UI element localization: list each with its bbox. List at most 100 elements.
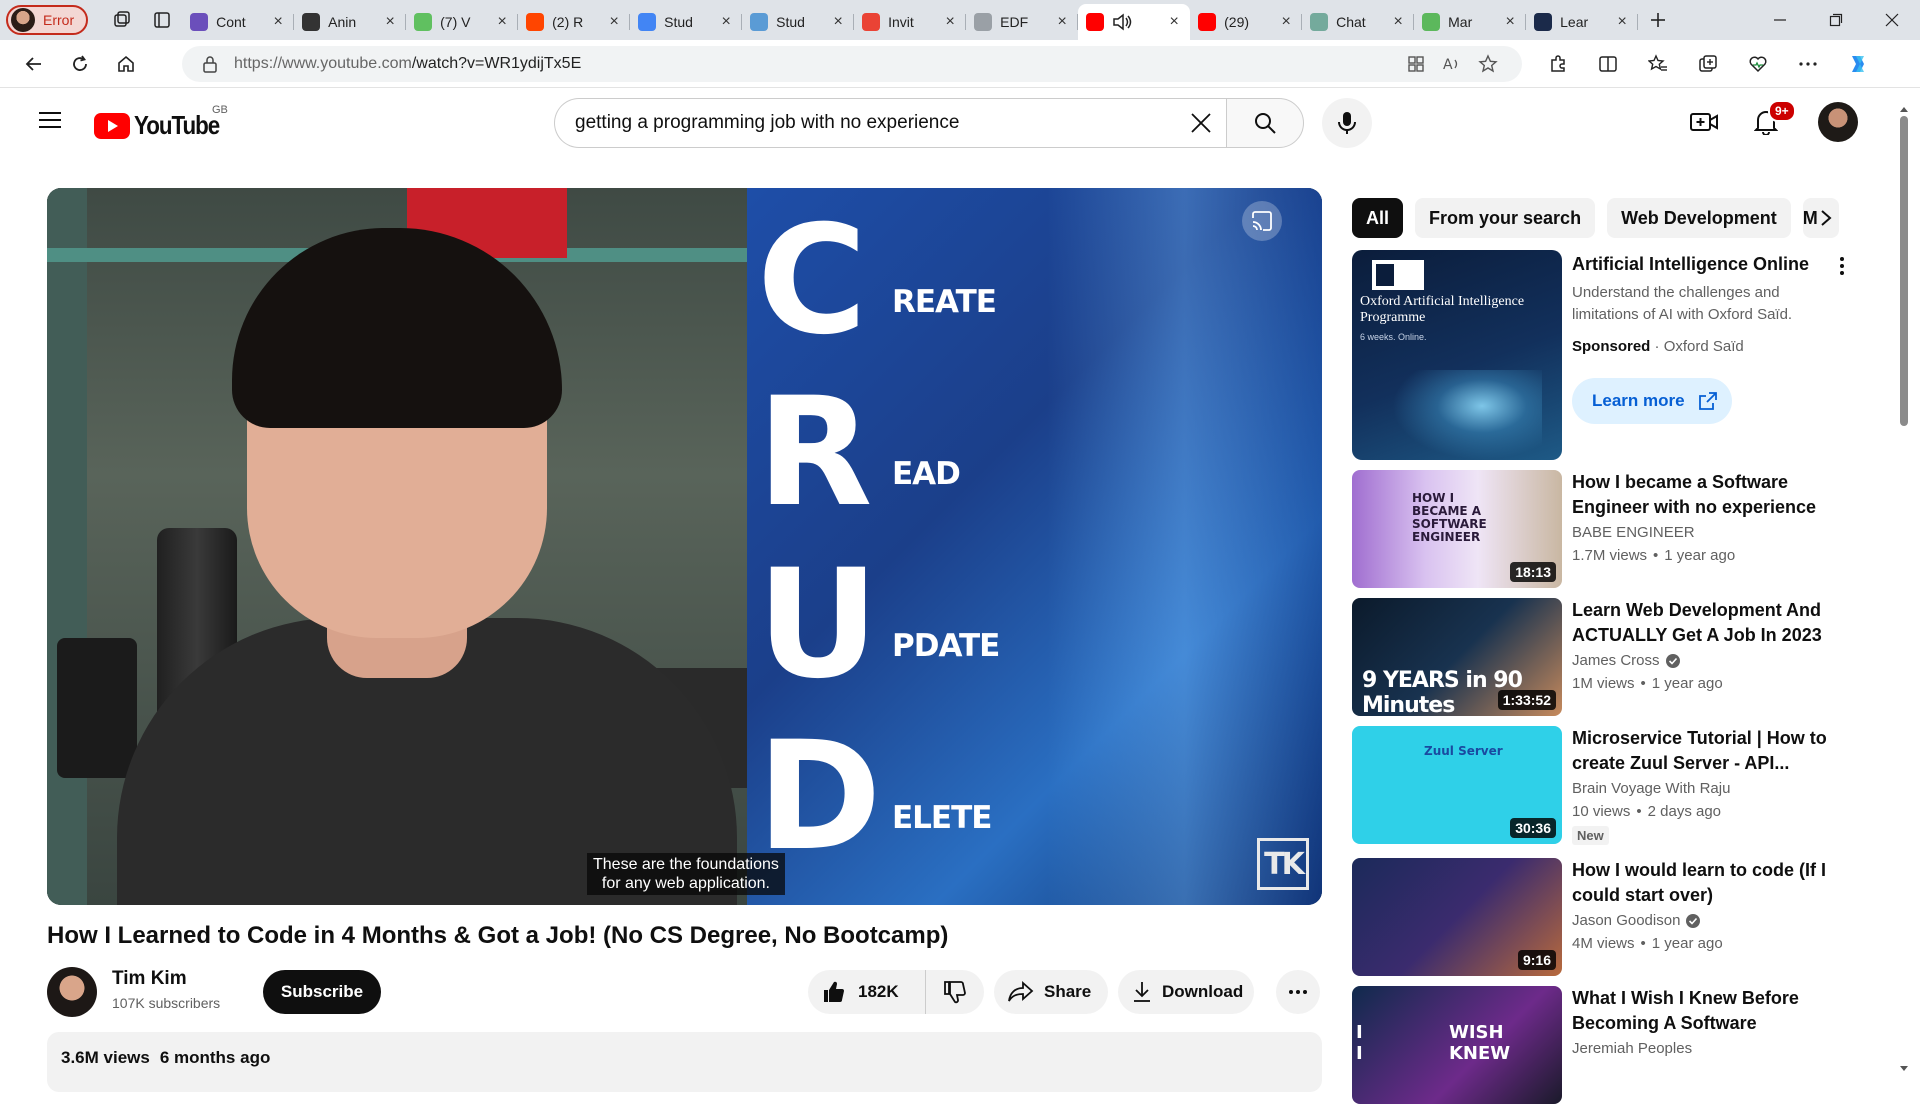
- profile-error-chip[interactable]: Error: [6, 5, 89, 35]
- tab-close-icon[interactable]: ×: [1054, 13, 1070, 30]
- video-title[interactable]: How I became a Software Engineer with no…: [1572, 470, 1834, 520]
- browser-tab[interactable]: (29) ×: [1190, 6, 1303, 38]
- download-button[interactable]: Download: [1118, 970, 1254, 1014]
- more-actions-button[interactable]: [1276, 970, 1320, 1014]
- browser-tab[interactable]: Stud ×: [742, 6, 855, 38]
- guide-menu-icon[interactable]: [32, 102, 68, 138]
- page-scrollbar[interactable]: [1896, 104, 1912, 1074]
- filter-chip[interactable]: Web Development: [1607, 198, 1791, 238]
- split-screen-icon[interactable]: [1590, 46, 1626, 82]
- voice-search-button[interactable]: [1322, 98, 1372, 148]
- video-thumbnail[interactable]: 9:16: [1352, 858, 1562, 976]
- ad-thumbnail[interactable]: Oxford Artificial Intelligence Programme…: [1352, 250, 1562, 460]
- back-button[interactable]: [14, 46, 54, 82]
- reload-button[interactable]: [60, 46, 100, 82]
- collections-icon[interactable]: [1690, 46, 1726, 82]
- tab-close-icon[interactable]: ×: [1278, 13, 1294, 30]
- video-channel[interactable]: Jeremiah Peoples: [1572, 1040, 1692, 1057]
- tab-audio-speaker-icon[interactable]: [1112, 13, 1134, 31]
- video-title[interactable]: How I would learn to code (If I could st…: [1572, 858, 1834, 908]
- ad-more-vertical-icon[interactable]: [1830, 254, 1854, 278]
- tab-close-icon[interactable]: ×: [830, 13, 846, 30]
- filter-chip[interactable]: From your search: [1415, 198, 1596, 238]
- favorites-icon[interactable]: [1640, 46, 1676, 82]
- browser-tab[interactable]: (7) V ×: [406, 6, 519, 38]
- filter-chip[interactable]: All: [1352, 198, 1404, 238]
- address-bar[interactable]: https://www.youtube.com/watch?v=WR1ydijT…: [182, 46, 1522, 82]
- video-title[interactable]: What I Wish I Knew Before Becoming A Sof…: [1572, 986, 1834, 1036]
- browser-tab[interactable]: Chat ×: [1302, 6, 1415, 38]
- video-channel[interactable]: James Cross: [1572, 652, 1680, 669]
- clear-search-icon[interactable]: [1176, 98, 1226, 148]
- extensions-icon[interactable]: [1540, 46, 1576, 82]
- tab-actions-icon[interactable]: [142, 4, 182, 36]
- lock-icon[interactable]: [202, 55, 218, 73]
- browser-tab[interactable]: Lear ×: [1526, 6, 1639, 38]
- tab-close-icon[interactable]: ×: [1390, 13, 1406, 30]
- channel-watermark[interactable]: TK: [1257, 838, 1309, 890]
- tab-close-icon[interactable]: ×: [942, 13, 958, 30]
- recommended-video[interactable]: I WISH I KNEW What I Wish I Knew Before B…: [1352, 986, 1852, 1106]
- video-thumbnail[interactable]: Zuul Server 30:36: [1352, 726, 1562, 844]
- video-title[interactable]: Microservice Tutorial | How to create Zu…: [1572, 726, 1834, 776]
- browser-tab[interactable]: Stud ×: [630, 6, 743, 38]
- learn-more-button[interactable]: Learn more: [1572, 378, 1732, 424]
- new-tab-button[interactable]: [1638, 4, 1678, 36]
- create-video-icon[interactable]: [1684, 102, 1724, 142]
- tab-close-icon[interactable]: ×: [382, 13, 398, 30]
- chips-next-chevron-icon[interactable]: [1806, 198, 1846, 238]
- sponsored-ad[interactable]: Oxford Artificial Intelligence Programme…: [1352, 250, 1852, 462]
- read-aloud-icon[interactable]: A: [1434, 46, 1470, 82]
- maximize-button[interactable]: [1808, 0, 1864, 40]
- home-button[interactable]: [106, 46, 146, 82]
- browser-essentials-icon[interactable]: [1740, 46, 1776, 82]
- video-player[interactable]: C REATE R EAD U PDATE D ELETE TK These are the …: [47, 188, 1322, 905]
- account-avatar[interactable]: [1818, 102, 1858, 142]
- browser-tab[interactable]: Invit ×: [854, 6, 967, 38]
- video-channel[interactable]: Jason Goodison: [1572, 912, 1701, 929]
- copilot-icon[interactable]: [1840, 46, 1876, 82]
- recommended-video[interactable]: 9 YEARS in 90 Minutes 1:33:52 Learn Web De…: [1352, 598, 1852, 718]
- notifications-bell-icon[interactable]: 9+: [1746, 100, 1796, 142]
- video-thumbnail[interactable]: 9 YEARS in 90 Minutes 1:33:52: [1352, 598, 1562, 716]
- favorite-star-icon[interactable]: [1470, 46, 1506, 82]
- ad-title[interactable]: Artificial Intelligence Online: [1572, 254, 1812, 275]
- tab-close-icon[interactable]: ×: [270, 13, 286, 30]
- tab-close-icon[interactable]: ×: [1166, 13, 1182, 30]
- workspaces-icon[interactable]: [102, 4, 142, 36]
- browser-tab[interactable]: ×: [1078, 4, 1191, 40]
- share-button[interactable]: Share: [994, 970, 1108, 1014]
- tab-close-icon[interactable]: ×: [1502, 13, 1518, 30]
- browser-tab[interactable]: Anin ×: [294, 6, 407, 38]
- minimize-button[interactable]: [1752, 0, 1808, 40]
- cast-icon[interactable]: [1242, 201, 1282, 241]
- app-available-icon[interactable]: [1398, 46, 1434, 82]
- tab-close-icon[interactable]: ×: [1614, 13, 1630, 30]
- tab-close-icon[interactable]: ×: [494, 13, 510, 30]
- browser-tab[interactable]: Cont ×: [182, 6, 295, 38]
- video-thumbnail[interactable]: I WISH I KNEW: [1352, 986, 1562, 1104]
- description-box[interactable]: 3.6M views 6 months ago: [47, 1032, 1322, 1092]
- scrollbar-thumb[interactable]: [1900, 116, 1908, 426]
- browser-tab[interactable]: (2) R ×: [518, 6, 631, 38]
- recommended-video[interactable]: Zuul Server 30:36 Microservice Tutorial | …: [1352, 726, 1852, 846]
- like-button[interactable]: 182K: [808, 970, 926, 1014]
- browser-tab[interactable]: EDF ×: [966, 6, 1079, 38]
- tab-close-icon[interactable]: ×: [718, 13, 734, 30]
- settings-more-icon[interactable]: [1790, 46, 1826, 82]
- browser-tab[interactable]: Mar ×: [1414, 6, 1527, 38]
- recommended-video[interactable]: 9:16 How I would learn to code (If I coul…: [1352, 858, 1852, 978]
- video-title[interactable]: Learn Web Development And ACTUALLY Get A…: [1572, 598, 1834, 648]
- channel-name[interactable]: Tim Kim: [112, 968, 187, 990]
- channel-avatar[interactable]: [47, 967, 97, 1017]
- youtube-logo[interactable]: YouTube GB: [94, 104, 233, 141]
- video-thumbnail[interactable]: HOW I BECAME A SOFTWARE ENGINEER 18:13: [1352, 470, 1562, 588]
- subscribe-button[interactable]: Subscribe: [263, 970, 381, 1014]
- recommended-video[interactable]: HOW I BECAME A SOFTWARE ENGINEER 18:13 How…: [1352, 470, 1852, 590]
- video-channel[interactable]: BABE ENGINEER: [1572, 524, 1695, 541]
- search-button[interactable]: [1226, 98, 1304, 148]
- video-channel[interactable]: Brain Voyage With Raju: [1572, 780, 1730, 797]
- tab-close-icon[interactable]: ×: [606, 13, 622, 30]
- search-input[interactable]: getting a programming job with no experi…: [554, 98, 1176, 148]
- close-window-button[interactable]: [1864, 0, 1920, 40]
